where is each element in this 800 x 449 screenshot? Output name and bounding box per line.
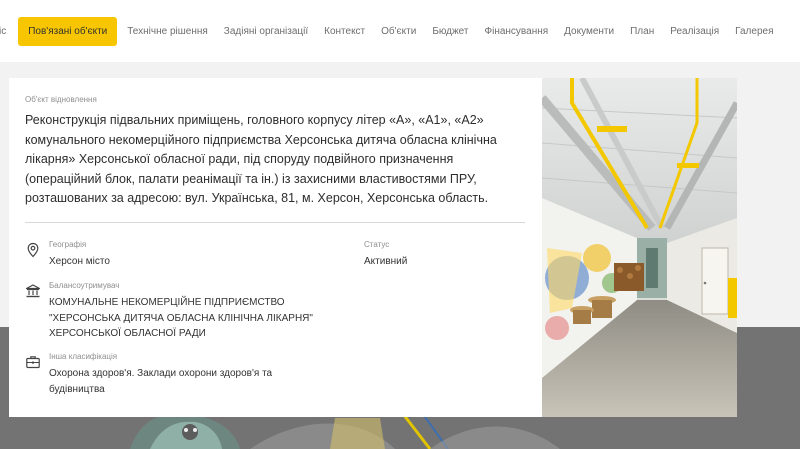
tab-involved-organizations[interactable]: Задіяні організації [216,17,316,46]
balance-holder-field: Балансоутримувач КОМУНАЛЬНЕ НЕКОМЕРЦІЙНЕ… [49,281,349,342]
geography-label: Географія [49,240,87,249]
tab-budget[interactable]: Бюджет [424,17,476,46]
classification-value: Охорона здоров'я. Заклади охорони здоров… [49,368,273,395]
tab-financing[interactable]: Фінансування [477,17,557,46]
status-value: Активний [364,256,408,267]
classification-label: Інша класифікація [49,352,118,361]
tab-bar: іс Пов'язані об'єкти Технічне рішення За… [0,0,800,62]
tab-technical-solution[interactable]: Технічне рішення [119,17,216,46]
project-title: Реконструкція підвальних приміщень, голо… [25,113,497,205]
tab-objects[interactable]: Об'єкти [373,17,424,46]
balance-holder-value: КОМУНАЛЬНЕ НЕКОМЕРЦІЙНЕ ПІДПРИЄМСТВО "ХЕ… [49,297,313,339]
tab-documents[interactable]: Документи [556,17,622,46]
geography-field: Географія Херсон місто [49,240,110,270]
project-details: Об'єкт відновлення Реконструкція підваль… [9,78,542,417]
tab-related-objects[interactable]: Пов'язані об'єкти [18,16,118,46]
status-field: Статус Активний [364,240,407,270]
tab-context[interactable]: Контекст [316,17,373,46]
tab-gallery[interactable]: Галерея [727,17,781,46]
map-pin-icon [27,242,39,258]
tab-plan[interactable]: План [622,17,662,46]
status-label: Статус [364,240,390,249]
balance-holder-label: Балансоутримувач [49,281,120,290]
geography-value: Херсон місто [49,256,110,267]
corridor-photo [542,78,737,417]
object-type-label: Об'єкт відновлення [25,95,97,104]
project-card: Об'єкт відновлення Реконструкція підваль… [9,78,737,417]
project-photo[interactable] [542,78,737,417]
divider [25,222,525,223]
briefcase-icon [26,356,40,369]
classification-field: Інша класифікація Охорона здоров'я. Закл… [49,352,309,397]
tab-prev-partial[interactable]: іс [0,17,14,46]
tab-implementation[interactable]: Реалізація [662,17,727,46]
bank-icon [25,284,41,298]
